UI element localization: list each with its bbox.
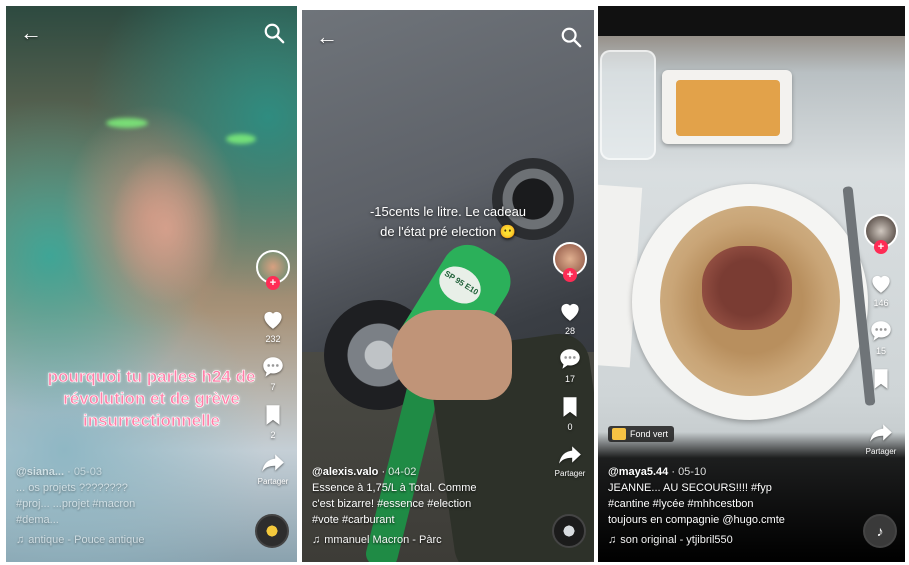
- sound-name: mmanuel Macron - Pàrc: [324, 534, 442, 546]
- share-arrow-icon: [559, 446, 581, 464]
- like-button[interactable]: 146: [868, 270, 894, 308]
- video-caption: @alexis.valo · 04-02 Essence à 1,75/L à …: [312, 464, 542, 548]
- comment-button[interactable]: 15: [868, 318, 894, 356]
- like-button[interactable]: 232: [260, 306, 286, 344]
- meat-stew: [702, 246, 792, 330]
- comment-button[interactable]: 7: [260, 354, 286, 392]
- sound-link[interactable]: ♫ mmanuel Macron - Pàrc: [312, 532, 542, 548]
- side-dish-food: [676, 80, 780, 136]
- save-count: 0: [567, 422, 573, 432]
- username[interactable]: @maya5.44: [608, 466, 668, 478]
- comment-icon: [871, 321, 891, 341]
- creator-avatar[interactable]: +: [553, 242, 587, 282]
- sound-link[interactable]: ♫ antique - Pouce antique: [16, 532, 245, 548]
- video-panel-2[interactable]: SP 95 E10 ← -15cents le litre. Le cadeau…: [302, 10, 594, 562]
- like-count: 146: [873, 298, 889, 308]
- sound-link[interactable]: ♫ son original - ytjibril550: [608, 532, 853, 548]
- back-arrow-icon[interactable]: ←: [316, 26, 338, 48]
- comment-count: 7: [270, 382, 276, 392]
- bookmark-icon: [266, 405, 280, 425]
- action-sidebar: + 146 15 Partager: [863, 214, 899, 457]
- like-count: 28: [564, 326, 575, 336]
- caption-line: #cantine #lycée #mhhcestbon: [608, 498, 754, 510]
- follow-plus-icon[interactable]: +: [874, 240, 888, 254]
- heart-icon: [872, 275, 890, 293]
- sound-name: antique - Pouce antique: [28, 534, 145, 546]
- sound-disc-icon[interactable]: [552, 514, 586, 548]
- like-count: 232: [265, 334, 281, 344]
- caption-line: ... os projets ????????: [16, 482, 128, 494]
- action-sidebar: + 232 7 2 Partager: [255, 250, 291, 487]
- bookmark-icon: [563, 397, 577, 417]
- comment-icon: [263, 357, 283, 377]
- sound-disc-icon[interactable]: [255, 514, 289, 548]
- heart-icon: [264, 311, 282, 329]
- top-black-bar: [598, 6, 905, 36]
- share-label: Partager: [257, 477, 289, 486]
- share-button[interactable]: Partager: [554, 442, 586, 479]
- share-button[interactable]: Partager: [865, 420, 897, 457]
- video-overlay-text: -15cents le litre. Le cadeau de l'état p…: [369, 204, 527, 239]
- water-glass: [600, 50, 656, 160]
- sound-disc-icon[interactable]: ♪: [863, 514, 897, 548]
- username[interactable]: @alexis.valo: [312, 466, 378, 478]
- comment-icon: [560, 349, 580, 369]
- username[interactable]: @siana...: [16, 466, 64, 478]
- search-icon[interactable]: [560, 26, 582, 48]
- video-overlay-text: pourquoi tu parles h24 de révolution et …: [47, 367, 256, 431]
- sound-name: son original - ytjibril550: [620, 534, 733, 546]
- caption-line: JEANNE... AU SECOURS!!!! #fyp: [608, 482, 772, 494]
- creator-avatar[interactable]: +: [256, 250, 290, 290]
- eyeshadow-highlight: [226, 134, 256, 144]
- video-panel-3[interactable]: + 146 15 Partager Fond vert @maya5.44 · …: [598, 6, 905, 562]
- video-caption: @maya5.44 · 05-10 JEANNE... AU SECOURS!!…: [608, 464, 853, 548]
- follow-plus-icon[interactable]: +: [266, 276, 280, 290]
- heart-icon: [561, 303, 579, 321]
- comment-button[interactable]: 17: [557, 346, 583, 384]
- music-note-icon: ♫: [16, 534, 25, 546]
- caption-line: c'est bizarre! #essence #election: [312, 498, 472, 510]
- save-button[interactable]: [868, 366, 894, 392]
- eyeshadow-highlight: [106, 118, 148, 128]
- music-note-icon: ♫: [312, 534, 321, 546]
- caption-line: #dema...: [16, 514, 59, 526]
- share-arrow-icon: [870, 424, 892, 442]
- save-button[interactable]: 2: [260, 402, 286, 440]
- action-sidebar: + 28 17 0 Partager: [552, 242, 588, 479]
- creator-avatar[interactable]: +: [864, 214, 898, 254]
- effect-badge[interactable]: Fond vert: [608, 426, 675, 442]
- like-button[interactable]: 28: [557, 298, 583, 336]
- share-label: Partager: [865, 447, 897, 456]
- share-arrow-icon: [262, 454, 284, 472]
- back-arrow-icon[interactable]: ←: [20, 22, 42, 44]
- follow-plus-icon[interactable]: +: [563, 268, 577, 282]
- caption-line: Essence à 1,75/L à Total. Comme: [312, 482, 477, 494]
- effect-label: Fond vert: [630, 429, 669, 439]
- caption-line: #vote #carburant: [312, 514, 395, 526]
- image-effect-icon: [612, 428, 626, 440]
- post-date: 04-02: [388, 466, 417, 478]
- hand: [392, 310, 512, 400]
- search-icon[interactable]: [263, 22, 285, 44]
- caption-line: toujours en compagnie @hugo.cmte: [608, 514, 785, 526]
- post-date: 05-03: [73, 466, 102, 478]
- caption-line: #proj... ...projet #macron: [16, 498, 136, 510]
- video-panel-1[interactable]: ← pourquoi tu parles h24 de révolution e…: [6, 6, 297, 562]
- music-note-icon: ♫: [608, 534, 617, 546]
- save-button[interactable]: 0: [557, 394, 583, 432]
- bookmark-icon: [874, 369, 888, 389]
- video-caption: @siana... · 05-03 ... os projets ???????…: [16, 464, 245, 548]
- post-date: 05-10: [678, 466, 707, 478]
- comment-count: 15: [875, 346, 886, 356]
- share-label: Partager: [554, 469, 586, 478]
- share-button[interactable]: Partager: [257, 450, 289, 487]
- comment-count: 17: [564, 374, 575, 384]
- save-count: 2: [270, 430, 276, 440]
